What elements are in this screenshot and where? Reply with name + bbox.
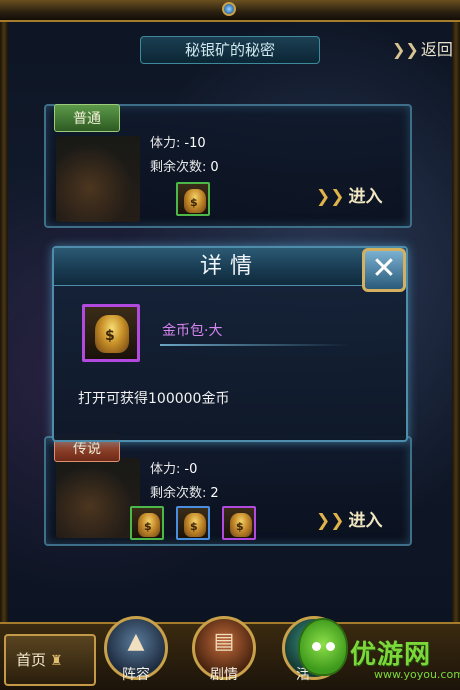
- mode-tag-normal: 普通: [54, 104, 120, 132]
- item-description: 打开可获得100000金币: [78, 391, 230, 407]
- double-chevron-right-icon: ❯❯: [316, 511, 345, 531]
- divider: [160, 344, 350, 346]
- back-label: 返回: [420, 40, 453, 59]
- close-icon: ✕: [371, 251, 397, 286]
- stamina-stat: 体力: -10: [150, 132, 206, 151]
- watermark-mascot-icon: [298, 618, 348, 676]
- stamina-value: -0: [184, 462, 198, 477]
- stamina-stat: 体力: -0: [150, 458, 197, 477]
- reward-item-gold-bag[interactable]: $: [130, 506, 164, 540]
- remaining-stat: 剩余次数: 2: [150, 482, 219, 501]
- back-button[interactable]: ❯❯ 返回: [392, 36, 460, 64]
- left-frame: [0, 22, 8, 622]
- enter-button-normal[interactable]: ❯❯ 进入: [316, 184, 392, 210]
- stamina-label: 体力:: [150, 136, 181, 151]
- remaining-value: 0: [210, 160, 219, 175]
- castle-icon: ♜: [50, 653, 63, 669]
- page-title: 秘银矿的秘密: [140, 36, 320, 64]
- story-book-icon: ▤: [213, 629, 235, 654]
- remaining-value: 2: [210, 486, 219, 501]
- remaining-label: 剩余次数:: [150, 486, 207, 501]
- remaining-label: 剩余次数:: [150, 160, 207, 175]
- reward-item-gold-bag[interactable]: $: [176, 506, 210, 540]
- item-name: 金币包·大: [162, 323, 223, 339]
- scene-art: [56, 458, 140, 538]
- double-chevron-right-icon: ❯❯: [392, 40, 419, 59]
- gem-ornament-icon: [222, 2, 236, 16]
- stamina-label: 体力:: [150, 462, 181, 477]
- reward-item-gold-bag[interactable]: $: [222, 506, 256, 540]
- modal-title: 详情: [199, 254, 260, 279]
- reward-item-gold-bag[interactable]: $: [176, 182, 210, 216]
- double-chevron-right-icon: ❯❯: [316, 187, 345, 207]
- detail-item-icon: $: [82, 304, 140, 362]
- watermark-url: www.yoyou.com: [374, 668, 460, 681]
- enter-label: 进入: [348, 511, 383, 531]
- nav-lineup-label: 阵容: [122, 667, 150, 683]
- lineup-icon: ▲: [127, 629, 145, 654]
- nav-story-label: 剧情: [210, 667, 238, 683]
- detail-modal: 详情 $ 金币包·大 打开可获得100000金币: [52, 246, 408, 442]
- enter-label: 进入: [348, 187, 383, 207]
- right-frame: [452, 22, 460, 622]
- home-button[interactable]: 首页 ♜: [4, 634, 96, 686]
- scene-art: [56, 136, 140, 222]
- close-button[interactable]: ✕: [362, 248, 406, 292]
- watermark-brand: 优游网: [350, 640, 432, 670]
- top-frame: [0, 0, 460, 22]
- enter-button-legend[interactable]: ❯❯ 进入: [316, 508, 392, 534]
- mode-panel-normal: 普通 体力: -10 剩余次数: 0 $ ❯❯ 进入: [44, 104, 412, 228]
- mode-panel-legend: 传说 体力: -0 剩余次数: 2 $ $ $ ❯❯ 进入: [44, 434, 412, 546]
- stamina-value: -10: [184, 136, 206, 151]
- home-label: 首页: [16, 651, 47, 669]
- remaining-stat: 剩余次数: 0: [150, 156, 219, 175]
